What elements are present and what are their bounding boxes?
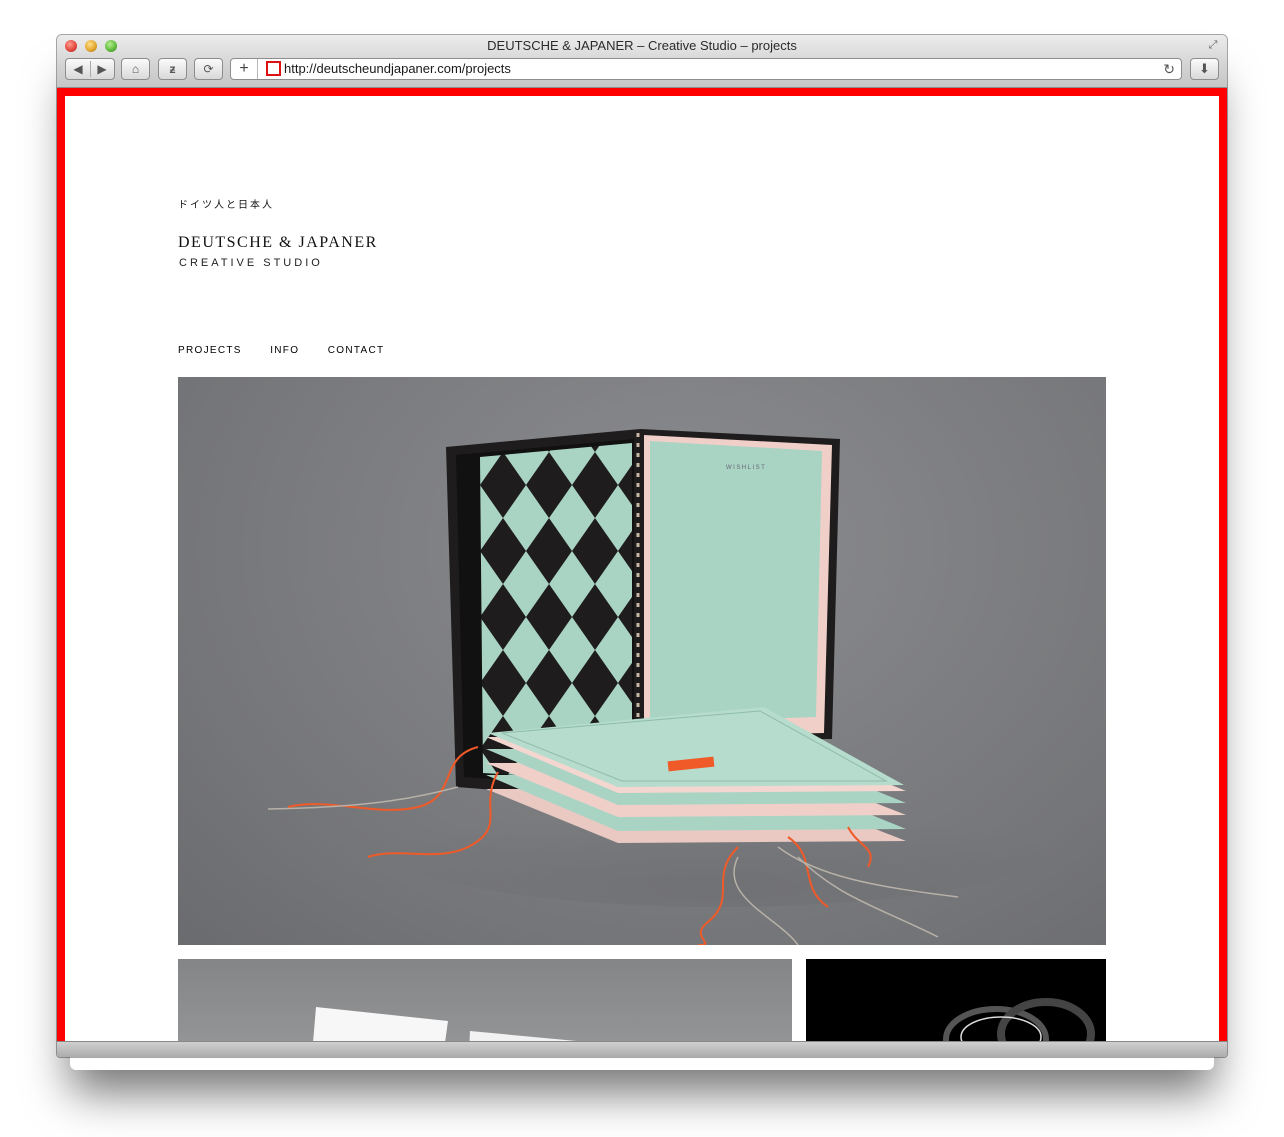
sync-icon: ⟳ (203, 62, 214, 76)
browser-toolbar: DEUTSCHE & JAPANER – Creative Studio – p… (57, 35, 1227, 88)
window-title: DEUTSCHE & JAPANER – Creative Studio – p… (487, 38, 797, 53)
project-thumbnail-cards[interactable] (178, 959, 792, 1041)
main-nav: PROJECTS INFO CONTACT (178, 340, 408, 358)
booklet-label: WISHLIST (726, 465, 766, 471)
home-button[interactable]: ⌂ (121, 58, 150, 80)
studio-logo-title[interactable]: DEUTSCHE & JAPANER (178, 234, 378, 252)
forward-icon[interactable]: ▶ (90, 59, 114, 79)
project-thumbnail-dark[interactable] (806, 959, 1106, 1041)
page-viewport: ドイツ人と日本人 DEUTSCHE & JAPANER CREATIVE STU… (57, 88, 1227, 1041)
nav-contact[interactable]: CONTACT (328, 345, 385, 356)
address-bar[interactable]: + http://deutscheundjapaner.com/projects… (230, 58, 1182, 80)
dark-object-photo (943, 998, 1095, 1041)
back-forward-group: ◀ ▶ (65, 58, 115, 80)
home-icon: ⌂ (131, 62, 140, 76)
page-content: ドイツ人と日本人 DEUTSCHE & JAPANER CREATIVE STU… (65, 96, 1219, 1041)
url-text[interactable]: http://deutscheundjapaner.com/projects (284, 59, 511, 79)
toolbar-divider (90, 61, 91, 77)
cards-photo (313, 1007, 577, 1041)
z-icon: ƶ (169, 62, 176, 76)
booklet-photo: WISHLIST (267, 429, 1048, 945)
studio-logo-subtitle: CREATIVE STUDIO (179, 257, 323, 269)
browser-window: DEUTSCHE & JAPANER – Creative Studio – p… (57, 35, 1227, 1057)
fullscreen-icon[interactable]: ⤢ (1207, 39, 1219, 51)
back-icon[interactable]: ◀ (66, 59, 90, 79)
downloads-button[interactable]: ⬇ (1190, 58, 1219, 80)
hero-project-image[interactable]: WISHLIST (178, 377, 1106, 945)
nav-projects[interactable]: PROJECTS (178, 345, 242, 356)
status-bar (57, 1041, 1227, 1057)
extension-z-button[interactable]: ƶ (158, 58, 187, 80)
download-icon: ⬇ (1199, 61, 1210, 76)
site-favicon (266, 61, 281, 76)
add-bookmark-icon[interactable]: + (231, 59, 258, 79)
reload-icon[interactable]: ↻ (1163, 59, 1175, 79)
japanese-studio-name: ドイツ人と日本人 (178, 200, 274, 211)
nav-info[interactable]: INFO (270, 345, 299, 356)
sync-button[interactable]: ⟳ (194, 58, 223, 80)
